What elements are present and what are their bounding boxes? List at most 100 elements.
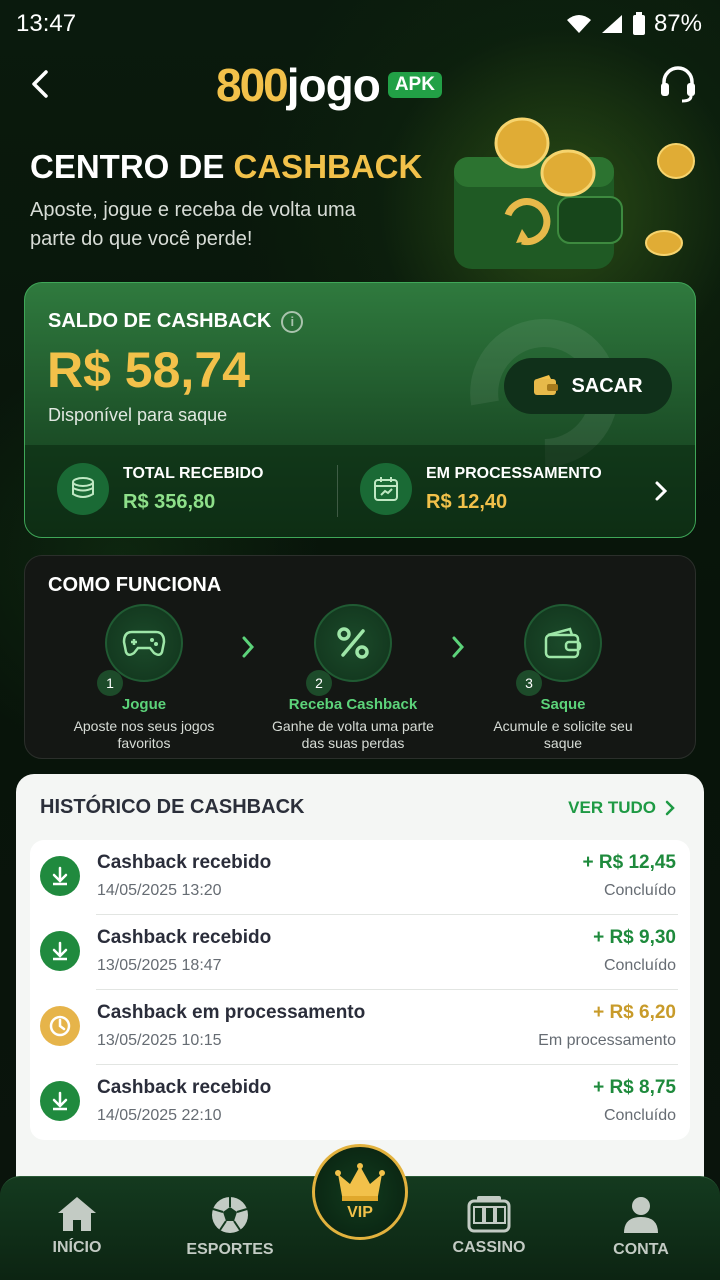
history-item-date: 14/05/2025 22:10 <box>97 1107 222 1124</box>
step-title: Saque <box>540 696 586 713</box>
headset-support-icon[interactable] <box>658 64 698 104</box>
slot-machine-icon <box>467 1196 511 1233</box>
page-subtitle: Aposte, jogue e receba de volta uma part… <box>30 199 356 250</box>
history-item-date: 13/05/2025 18:47 <box>97 957 222 974</box>
status-bar: 13:47 87% <box>0 0 720 48</box>
step-description: Aposte nos seus jogos favoritos <box>73 718 215 751</box>
history-item-status: Concluído <box>603 882 676 899</box>
nav-label: VIP <box>347 1204 373 1221</box>
step-title: Receba Cashback <box>288 696 418 713</box>
how-it-works-title: COMO FUNCIONA <box>48 574 222 596</box>
wallet-coins-illustration <box>454 117 695 269</box>
percent-icon: 2 <box>306 604 392 696</box>
step-title: Jogue <box>121 696 167 713</box>
balance-label: SALDO DE CASHBACK <box>48 310 272 332</box>
history-item[interactable]: Cashback recebido 14/05/2025 22:10 + R$ … <box>30 1065 690 1140</box>
processing-stat: EM PROCESSAMENTO R$ 12,40 <box>360 463 602 515</box>
page-title: CENTRO DE CASHBACK <box>30 148 422 186</box>
history-item[interactable]: Cashback recebido 13/05/2025 18:47 + R$ … <box>30 915 690 990</box>
history-item[interactable]: Cashback em processamento 13/05/2025 10:… <box>30 990 690 1065</box>
total-received-stat: TOTAL RECEBIDO R$ 356,80 <box>57 463 263 515</box>
page-title-white: CENTRO DE <box>30 148 234 185</box>
nav-item-vip[interactable]: VIP <box>312 1144 408 1240</box>
step-receive-cashback: 2 Receba Cashback Ganhe de volta uma par… <box>263 604 443 752</box>
history-item-amount: + R$ 8,75 <box>593 1077 676 1098</box>
logo-word: jogo <box>286 59 381 111</box>
apk-badge[interactable]: APK <box>387 72 442 98</box>
download-arrow-icon <box>40 1081 80 1121</box>
history-item-title: Cashback recebido <box>97 1077 272 1098</box>
history-item-status: Em processamento <box>538 1032 676 1049</box>
history-item-date: 14/05/2025 13:20 <box>97 882 222 899</box>
step-withdraw: 3 Saque Acumule e solicite seu saque <box>473 604 653 752</box>
crown-icon <box>335 1163 385 1201</box>
step-play: 1 Jogue Aposte nos seus jogos favoritos <box>54 604 234 752</box>
how-it-works-card: COMO FUNCIONA 1 Jogue Aposte nos seus jo… <box>24 555 696 759</box>
chevron-right-icon[interactable] <box>651 477 671 505</box>
logo-number: 800 <box>216 59 289 111</box>
step-number: 1 <box>97 670 123 696</box>
status-time: 13:47 <box>16 10 77 37</box>
total-received-value: R$ 356,80 <box>123 490 216 513</box>
brand-logo: 800 jogo APK <box>216 58 442 112</box>
history-item-title: Cashback recebido <box>97 852 272 873</box>
history-item-date: 13/05/2025 10:15 <box>97 1032 222 1049</box>
balance-stats-bar[interactable]: TOTAL RECEBIDO R$ 356,80 EM PROCESSAMENT… <box>25 445 695 537</box>
nav-label: ESPORTES <box>186 1241 274 1258</box>
stats-divider <box>337 465 338 517</box>
chevron-right-icon <box>242 636 255 658</box>
step-number: 2 <box>306 670 332 696</box>
nav-label: CASSINO <box>452 1239 526 1256</box>
chevron-right-icon <box>665 800 675 816</box>
see-all-label: VER TUDO <box>568 798 656 817</box>
status-icons: 87% <box>566 10 702 38</box>
history-list: Cashback recebido 14/05/2025 13:20 + R$ … <box>30 840 690 1140</box>
nav-item-sports[interactable]: ESPORTES <box>170 1195 290 1259</box>
download-arrow-icon <box>40 931 80 971</box>
see-all-link[interactable]: VER TUDO <box>568 798 676 818</box>
soccer-ball-icon <box>212 1197 248 1233</box>
step-description: Ganhe de volta uma parte das suas perdas <box>272 718 434 751</box>
info-icon[interactable]: i <box>281 310 304 333</box>
history-item[interactable]: Cashback recebido 14/05/2025 13:20 + R$ … <box>30 840 690 915</box>
coins-stack-icon <box>57 463 109 515</box>
balance-available-text: Disponível para saque <box>48 405 228 425</box>
history-title: HISTÓRICO DE CASHBACK <box>40 796 305 818</box>
history-item-amount: + R$ 12,45 <box>582 852 677 873</box>
signal-icon <box>601 15 622 33</box>
history-item-amount: + R$ 6,20 <box>593 1002 676 1023</box>
step-number: 3 <box>516 670 542 696</box>
battery-icon <box>632 12 645 35</box>
withdraw-button[interactable]: SACAR <box>504 358 672 414</box>
balance-label-row: SALDO DE CASHBACK i <box>48 310 304 333</box>
download-arrow-icon <box>40 856 80 896</box>
page-title-gold: CASHBACK <box>233 148 423 185</box>
nav-item-account[interactable]: CONTA <box>581 1195 701 1259</box>
user-icon <box>624 1197 658 1233</box>
wallet-icon: 3 <box>516 604 602 696</box>
step-description: Acumule e solicite seu saque <box>493 718 633 751</box>
history-item-title: Cashback recebido <box>97 927 272 948</box>
nav-item-casino[interactable]: CASSINO <box>429 1195 549 1257</box>
app-header: 800 jogo APK <box>0 52 720 116</box>
battery-level: 87% <box>653 10 702 37</box>
chevron-right-icon <box>452 636 465 658</box>
calendar-icon <box>360 463 412 515</box>
gamepad-icon: 1 <box>97 604 183 696</box>
withdraw-label: SACAR <box>571 374 643 397</box>
home-icon <box>58 1197 96 1231</box>
history-item-title: Cashback em processamento <box>97 1002 366 1023</box>
clock-icon <box>40 1006 80 1046</box>
processing-label: EM PROCESSAMENTO <box>426 464 602 482</box>
back-arrow-icon[interactable] <box>24 64 60 104</box>
nav-item-home[interactable]: INÍCIO <box>17 1195 137 1257</box>
total-received-label: TOTAL RECEBIDO <box>123 464 264 482</box>
cashback-balance-card: SALDO DE CASHBACK i R$ 58,74 Disponível … <box>24 282 696 538</box>
balance-amount: R$ 58,74 <box>47 342 250 398</box>
history-item-amount: + R$ 9,30 <box>593 927 676 948</box>
processing-value: R$ 12,40 <box>426 490 508 513</box>
cashback-history-card: HISTÓRICO DE CASHBACK VER TUDO Cashback … <box>16 774 704 1194</box>
wallet-icon <box>534 375 559 395</box>
wifi-icon <box>566 15 591 33</box>
history-item-status: Concluído <box>603 957 676 974</box>
